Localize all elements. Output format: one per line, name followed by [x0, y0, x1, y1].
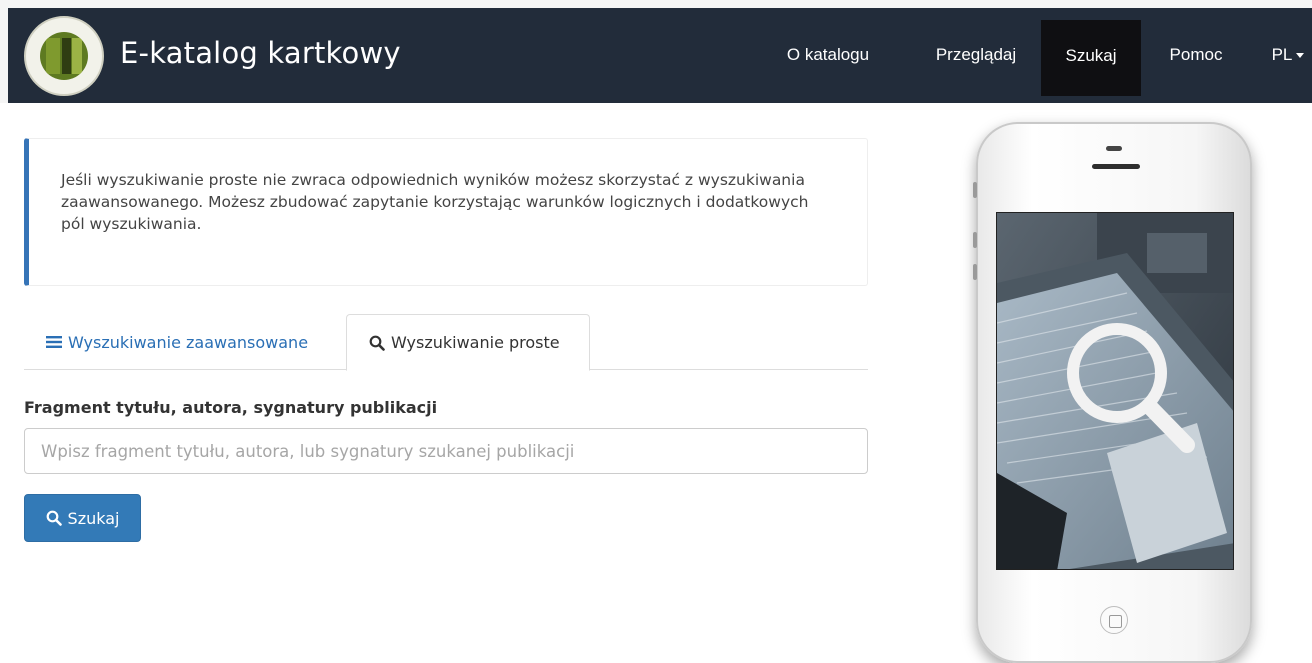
library-logo[interactable]	[24, 16, 104, 96]
tab-advanced-search[interactable]: Wyszukiwanie zaawansowane	[24, 314, 330, 370]
tab-advanced-label: Wyszukiwanie zaawansowane	[68, 332, 309, 352]
caret-down-icon	[1296, 53, 1305, 59]
list-icon	[46, 336, 62, 348]
nav-item-przegladaj[interactable]: Przeglądaj	[921, 14, 1031, 96]
language-dropdown[interactable]: PL	[1264, 14, 1312, 96]
phone-screen-card-catalog-image	[996, 212, 1234, 570]
nav-item-o-katalogu[interactable]: O katalogu	[778, 14, 878, 96]
phone-camera	[1106, 146, 1122, 151]
info-callout: Jeśli wyszukiwanie proste nie zwraca odp…	[24, 138, 868, 286]
tab-simple-search[interactable]: Wyszukiwanie proste	[346, 314, 590, 371]
phone-home-button	[1100, 606, 1128, 634]
brand-title[interactable]: E-katalog kartkowy	[120, 36, 401, 70]
search-icon	[46, 510, 62, 526]
language-label: PL	[1271, 45, 1293, 64]
search-button-label: Szukaj	[67, 508, 120, 528]
search-button[interactable]: Szukaj	[24, 494, 141, 542]
search-field-label: Fragment tytułu, autora, sygnatury publi…	[24, 398, 438, 417]
navbar: E-katalog kartkowy O katalogu Przeglądaj…	[8, 8, 1312, 103]
nav-item-pomoc[interactable]: Pomoc	[1154, 14, 1238, 96]
tab-simple-label: Wyszukiwanie proste	[391, 333, 560, 352]
search-input[interactable]	[24, 428, 868, 474]
nav-item-szukaj[interactable]: Szukaj	[1041, 20, 1141, 96]
search-icon	[369, 335, 385, 351]
phone-illustration	[973, 122, 1252, 663]
card-catalog-drawer-image	[997, 213, 1233, 569]
logo-emblem	[40, 32, 88, 80]
info-text: Jeśli wyszukiwanie proste nie zwraca odp…	[61, 171, 809, 233]
phone-speaker	[1092, 164, 1140, 169]
